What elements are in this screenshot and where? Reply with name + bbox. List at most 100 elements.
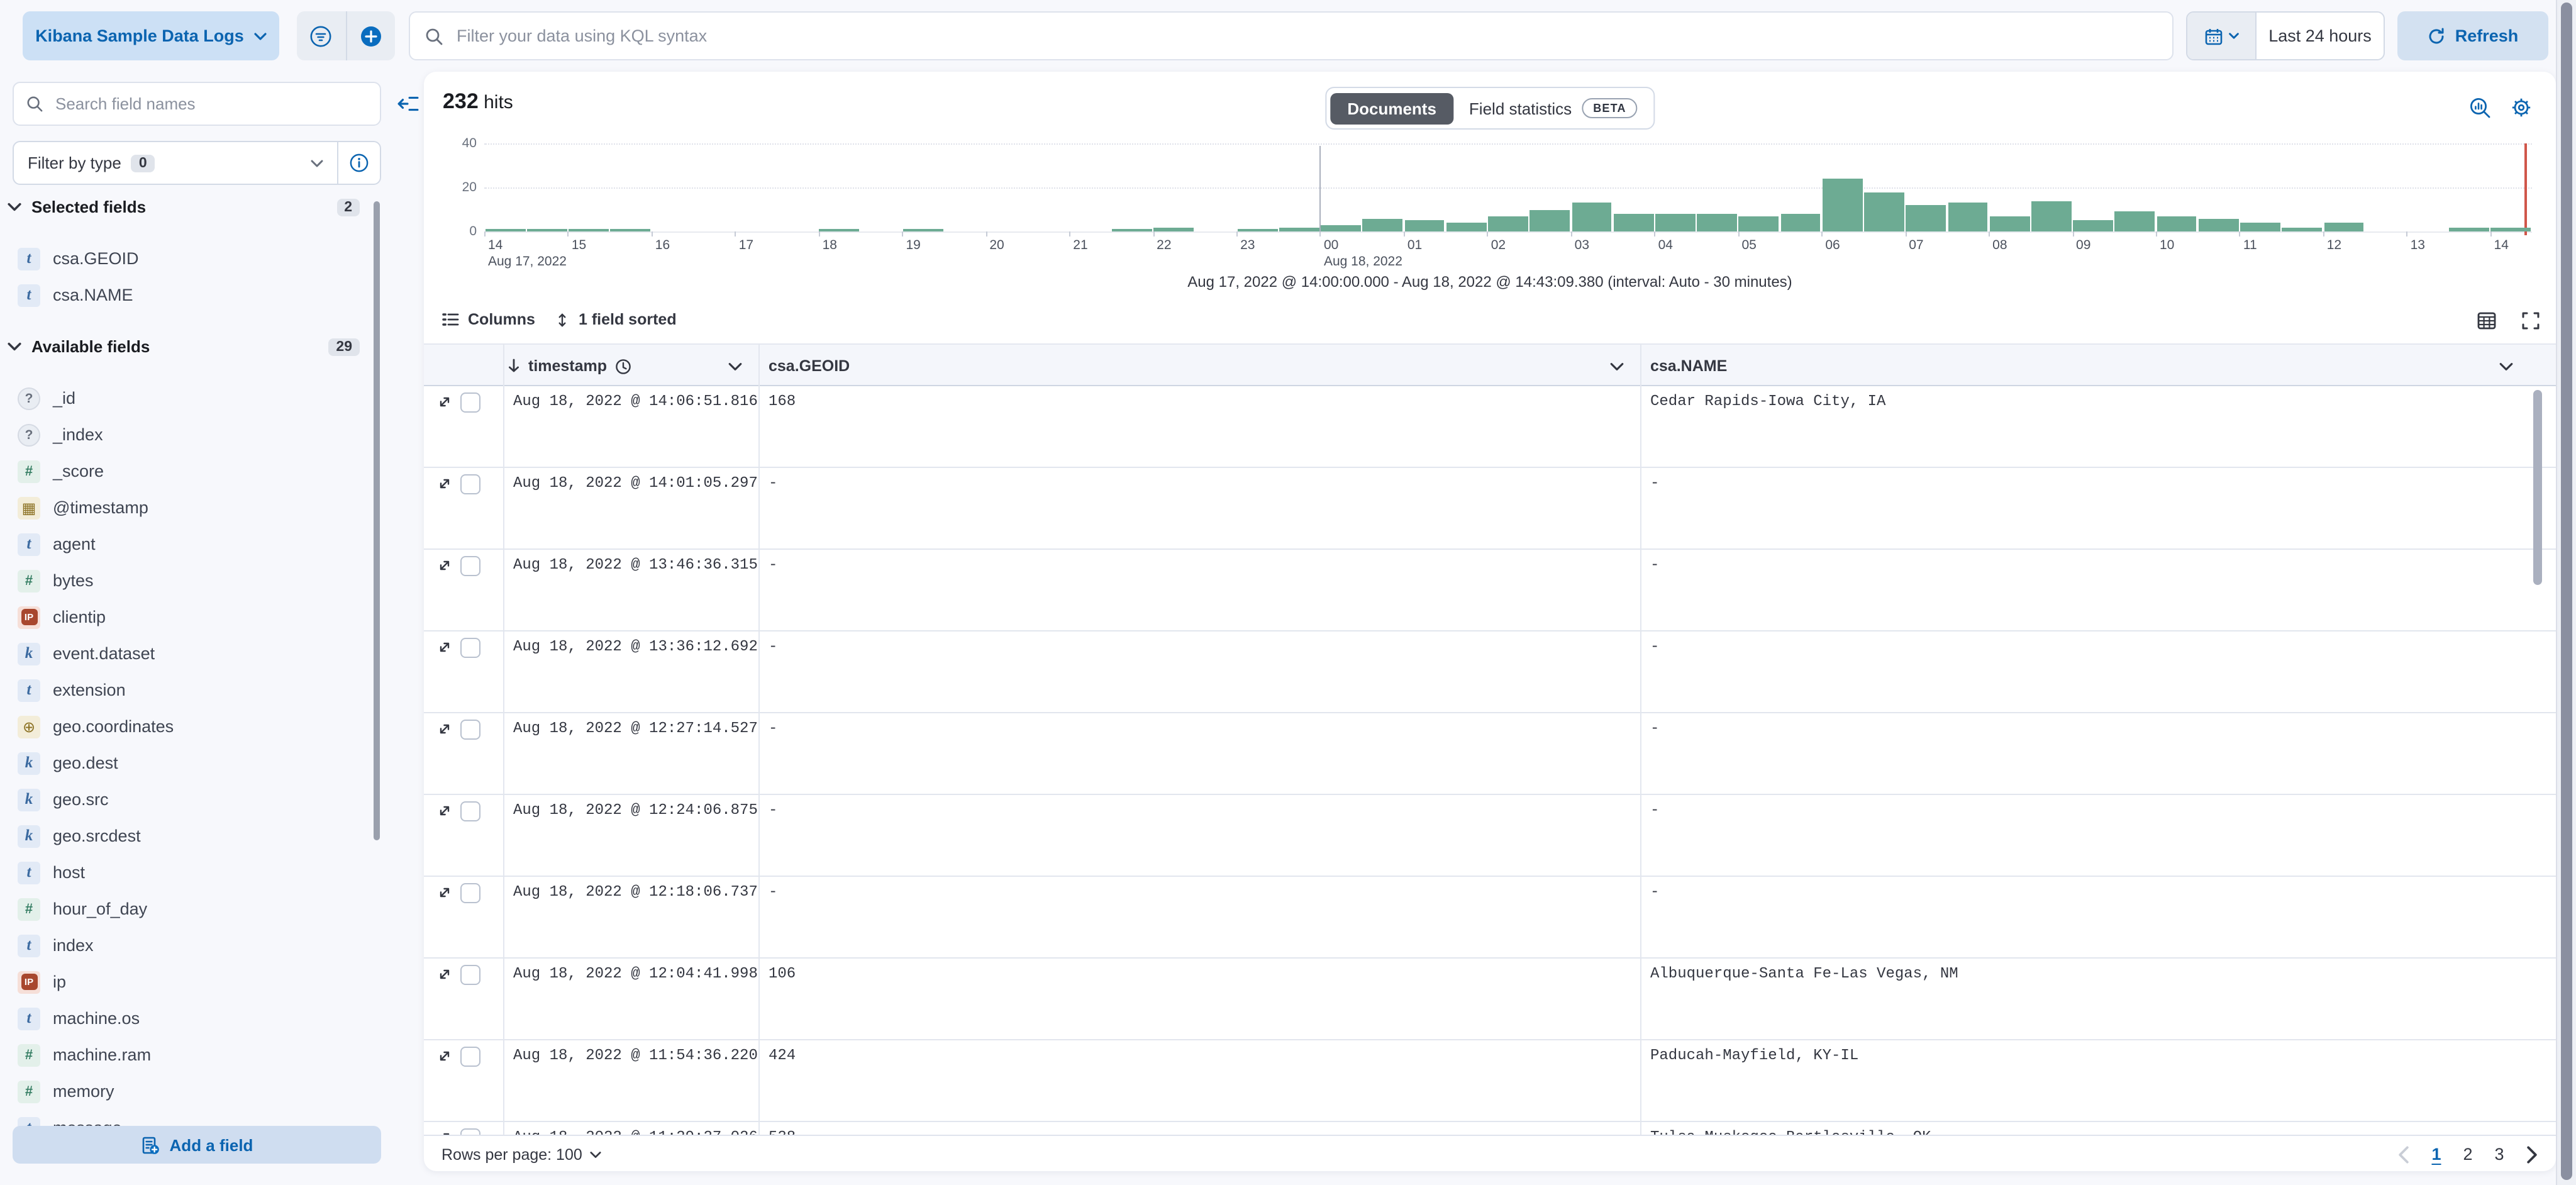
- gear-icon[interactable]: [2511, 97, 2532, 118]
- kql-search-input[interactable]: [454, 25, 2157, 47]
- field-item-_score[interactable]: #_score: [0, 453, 377, 489]
- expand-document-button[interactable]: [436, 394, 453, 410]
- add-filter-icon[interactable]: [347, 11, 395, 60]
- next-page-icon[interactable]: [2526, 1145, 2538, 1163]
- selected-fields-header[interactable]: Selected fields 2: [8, 198, 360, 216]
- histogram-bar[interactable]: [2282, 227, 2323, 231]
- expand-document-button[interactable]: [436, 1048, 453, 1064]
- filter-by-type-button[interactable]: Filter by type 0: [14, 153, 337, 172]
- expand-document-button[interactable]: [436, 884, 453, 901]
- histogram-bar[interactable]: [2031, 201, 2072, 231]
- columns-button[interactable]: Columns: [441, 311, 535, 328]
- field-item-csa.GEOID[interactable]: tcsa.GEOID: [0, 240, 377, 277]
- histogram-bar[interactable]: [2324, 223, 2364, 231]
- row-checkbox[interactable]: [460, 474, 480, 494]
- sidebar-scrollbar-thumb[interactable]: [374, 201, 380, 840]
- histogram-bar[interactable]: [1363, 218, 1403, 231]
- field-item-geo.coordinates[interactable]: ⊕geo.coordinates: [0, 708, 377, 745]
- field-item-@timestamp[interactable]: ▦@timestamp: [0, 489, 377, 526]
- page-button-1[interactable]: 1: [2426, 1145, 2446, 1164]
- row-checkbox[interactable]: [460, 556, 480, 576]
- histogram-bar[interactable]: [1697, 214, 1737, 231]
- histogram-bar[interactable]: [1154, 227, 1194, 231]
- expand-document-button[interactable]: [436, 476, 453, 492]
- expand-document-button[interactable]: [436, 557, 453, 574]
- histogram-bar[interactable]: [1446, 223, 1487, 231]
- row-checkbox[interactable]: [460, 720, 480, 740]
- histogram-bar[interactable]: [2491, 227, 2531, 231]
- histogram-bar[interactable]: [1864, 192, 1904, 231]
- histogram-bar[interactable]: [2157, 216, 2197, 232]
- histogram-bar[interactable]: [1823, 179, 1863, 231]
- display-density-icon[interactable]: [2477, 311, 2497, 331]
- histogram-bar[interactable]: [2450, 227, 2490, 231]
- field-item-geo.srcdest[interactable]: kgeo.srcdest: [0, 818, 377, 854]
- field-item-machine.ram[interactable]: #machine.ram: [0, 1037, 377, 1073]
- row-checkbox[interactable]: [460, 801, 480, 821]
- row-checkbox[interactable]: [460, 1128, 480, 1135]
- expand-document-button[interactable]: [436, 1130, 453, 1135]
- field-item-host[interactable]: thost: [0, 854, 377, 891]
- histogram-bar[interactable]: [1404, 221, 1445, 232]
- field-item-agent[interactable]: tagent: [0, 526, 377, 562]
- row-checkbox[interactable]: [460, 883, 480, 903]
- page-button-2[interactable]: 2: [2458, 1145, 2478, 1164]
- histogram-bar[interactable]: [1572, 203, 1612, 232]
- histogram-bar[interactable]: [1321, 225, 1361, 232]
- sort-fields-button[interactable]: 1 field sorted: [555, 311, 677, 328]
- time-range-value[interactable]: Last 24 hours: [2257, 13, 2384, 59]
- column-header-timestamp[interactable]: timestamp: [507, 345, 631, 387]
- row-checkbox[interactable]: [460, 638, 480, 658]
- field-item-event.dataset[interactable]: kevent.dataset: [0, 635, 377, 672]
- field-item-_index[interactable]: ?_index: [0, 416, 377, 453]
- column-header-csa-geoid[interactable]: csa.GEOID: [769, 345, 850, 387]
- inspect-icon[interactable]: [2469, 97, 2490, 118]
- field-info-icon[interactable]: [337, 142, 380, 184]
- field-item-hour_of_day[interactable]: #hour_of_day: [0, 891, 377, 927]
- histogram-bar[interactable]: [1906, 205, 1946, 231]
- histogram-bar[interactable]: [1488, 216, 1528, 232]
- field-item-machine.os[interactable]: tmachine.os: [0, 1000, 377, 1037]
- field-item-extension[interactable]: textension: [0, 672, 377, 708]
- field-item-index[interactable]: tindex: [0, 927, 377, 964]
- row-checkbox[interactable]: [460, 392, 480, 413]
- histogram-bar[interactable]: [1739, 216, 1779, 232]
- histogram-bar[interactable]: [1279, 227, 1319, 231]
- field-item-clientip[interactable]: IPclientip: [0, 599, 377, 635]
- previous-page-icon[interactable]: [2397, 1145, 2410, 1163]
- available-fields-header[interactable]: Available fields 29: [8, 337, 360, 356]
- field-item-bytes[interactable]: #bytes: [0, 562, 377, 599]
- page-button-3[interactable]: 3: [2489, 1145, 2509, 1164]
- row-checkbox[interactable]: [460, 965, 480, 985]
- field-item-geo.dest[interactable]: kgeo.dest: [0, 745, 377, 781]
- page-scrollbar-thumb[interactable]: [2561, 3, 2572, 1180]
- rows-per-page-button[interactable]: Rows per page: 100: [441, 1136, 601, 1172]
- field-search-input[interactable]: [53, 93, 367, 114]
- tab-field-statistics[interactable]: Field statistics BETA: [1457, 92, 1650, 125]
- histogram-bar[interactable]: [2240, 223, 2280, 231]
- filter-menu-icon[interactable]: [297, 11, 347, 60]
- expand-document-button[interactable]: [436, 721, 453, 737]
- refresh-button[interactable]: Refresh: [2397, 11, 2548, 60]
- histogram-bar[interactable]: [2115, 212, 2155, 232]
- expand-document-button[interactable]: [436, 803, 453, 819]
- add-field-button[interactable]: Add a field: [13, 1126, 381, 1164]
- field-item-memory[interactable]: #memory: [0, 1073, 377, 1110]
- table-scrollbar-thumb[interactable]: [2533, 390, 2542, 585]
- histogram-bar[interactable]: [1780, 214, 1821, 231]
- date-picker-button[interactable]: [2187, 13, 2257, 59]
- histogram-bar[interactable]: [1948, 203, 1988, 232]
- histogram-bar[interactable]: [2073, 221, 2113, 232]
- tab-documents[interactable]: Documents: [1330, 92, 1454, 124]
- column-header-csa-name[interactable]: csa.NAME: [1650, 345, 1727, 387]
- histogram-bar[interactable]: [1530, 209, 1570, 231]
- histogram-bar[interactable]: [1990, 216, 2030, 232]
- column-menu-chevron-icon[interactable]: [2499, 345, 2513, 387]
- field-item-ip[interactable]: IPip: [0, 964, 377, 1000]
- field-item-geo.src[interactable]: kgeo.src: [0, 781, 377, 818]
- histogram-bar[interactable]: [1614, 214, 1654, 231]
- column-menu-chevron-icon[interactable]: [728, 345, 742, 387]
- data-view-picker[interactable]: Kibana Sample Data Logs: [23, 11, 279, 60]
- fullscreen-icon[interactable]: [2521, 311, 2541, 331]
- collapse-sidebar-icon[interactable]: [397, 93, 419, 114]
